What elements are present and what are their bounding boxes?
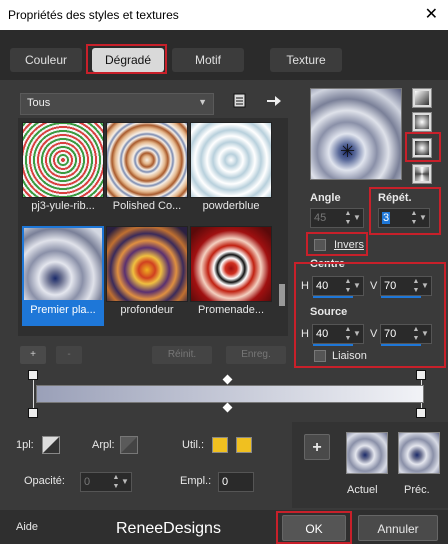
location-label: Empl.: <box>180 475 212 487</box>
scrollbar-thumb[interactable] <box>279 284 285 306</box>
gradient-preview[interactable]: ✳ <box>310 88 402 180</box>
color-stop-right-top[interactable] <box>416 370 426 380</box>
save-gradient-button[interactable]: Enreg. <box>226 346 286 364</box>
gradient-thumbnail <box>190 226 272 302</box>
reset-button[interactable]: Réinit. <box>152 346 212 364</box>
sunburst-style-icon[interactable] <box>412 164 432 184</box>
highlight-frame <box>86 44 167 74</box>
library-item[interactable]: profondeur <box>106 226 188 326</box>
close-icon[interactable]: ✕ <box>425 4 438 24</box>
angle-label: Angle <box>310 192 341 204</box>
tab-couleur[interactable]: Couleur <box>10 48 82 72</box>
linear-style-icon[interactable] <box>412 88 432 108</box>
location-field[interactable]: 0 <box>218 472 254 492</box>
opacity-stop-left[interactable] <box>28 408 38 418</box>
background-swatch-icon[interactable] <box>120 436 138 454</box>
user-color-swatch[interactable] <box>212 437 228 453</box>
location-value: 0 <box>222 476 229 488</box>
chevron-down-icon: ▼ <box>198 97 207 107</box>
opacity-stop-right[interactable] <box>416 408 426 418</box>
gradient-thumbnail <box>106 226 188 302</box>
opacity-value: 0 <box>84 476 91 488</box>
rectangular-style-icon[interactable] <box>412 112 432 132</box>
color-stop-left-top[interactable] <box>28 370 38 380</box>
library-item-label: powderblue <box>202 200 260 212</box>
window-title: Propriétés des styles et textures <box>8 8 179 22</box>
gradient-thumbnail <box>22 122 104 198</box>
library-item-selected[interactable]: Premier pla... <box>22 226 104 326</box>
chevron-down-icon[interactable]: ▼ <box>353 209 362 227</box>
gradient-bar[interactable] <box>36 385 424 403</box>
document-icon[interactable] <box>232 93 248 109</box>
center-marker-icon: ✳ <box>340 141 356 161</box>
stop-line <box>33 380 34 410</box>
library-item[interactable]: Polished Co... <box>106 122 188 222</box>
tab-texture[interactable]: Texture <box>270 48 342 72</box>
arrow-right-icon[interactable] <box>266 94 282 108</box>
spin-arrows-icon[interactable]: ▲ ▼ <box>111 473 121 491</box>
library-item[interactable]: pj3-yule-rib... <box>22 122 104 222</box>
gradient-thumbnail <box>22 226 104 302</box>
opacity-label: Opacité: <box>24 475 65 487</box>
category-value: Tous <box>27 97 51 109</box>
add-swatch-button[interactable]: + <box>304 434 330 460</box>
background-label: Arpl: <box>92 439 115 451</box>
library-item-label: profondeur <box>120 304 174 316</box>
angle-value: 45 <box>314 212 327 224</box>
foreground-swatch-icon[interactable] <box>42 436 60 454</box>
highlight-frame <box>276 511 352 544</box>
gradient-thumbnail <box>190 122 272 198</box>
gradient-thumbnail <box>106 122 188 198</box>
highlight-frame <box>369 187 441 235</box>
library-item-label: Premier pla... <box>30 304 96 316</box>
angle-field[interactable]: 45 ▲ ▼ ▼ <box>310 208 364 228</box>
gradient-library: pj3-yule-rib... Polished Co... powderblu… <box>18 118 288 336</box>
highlight-frame <box>294 262 446 368</box>
tab-motif[interactable]: Motif <box>172 48 244 72</box>
library-scrollbar[interactable] <box>278 122 286 332</box>
user-color-label: Util.: <box>182 439 204 451</box>
library-item[interactable]: powderblue <box>190 122 272 222</box>
help-link[interactable]: Aide <box>16 521 38 533</box>
watermark: ReneeDesigns <box>116 520 221 537</box>
title-bar: Propriétés des styles et textures ✕ <box>0 0 448 30</box>
highlight-frame <box>405 132 441 162</box>
library-item[interactable]: Promenade... <box>190 226 272 326</box>
remove-gradient-button[interactable]: - <box>56 346 82 364</box>
library-item-label: Polished Co... <box>112 200 182 212</box>
cancel-button[interactable]: Annuler <box>358 515 438 541</box>
chevron-down-icon[interactable]: ▼ <box>121 473 130 491</box>
tab-bar: Couleur Dégradé Motif Texture <box>0 30 448 80</box>
previous-label: Préc. <box>404 484 430 496</box>
add-gradient-button[interactable]: + <box>20 346 46 364</box>
category-select[interactable]: Tous ▼ <box>20 93 214 115</box>
current-swatch[interactable] <box>346 432 388 474</box>
library-item-label: Promenade... <box>197 304 265 316</box>
first-plan-label: 1pl: <box>16 439 34 451</box>
highlight-frame <box>306 232 368 256</box>
user-color-swatch[interactable] <box>236 437 252 453</box>
current-label: Actuel <box>347 484 378 496</box>
previous-swatch[interactable] <box>398 432 440 474</box>
opacity-field[interactable]: 0 ▲ ▼ ▼ <box>80 472 132 492</box>
library-item-label: pj3-yule-rib... <box>31 200 95 212</box>
spin-arrows-icon[interactable]: ▲ ▼ <box>343 209 353 227</box>
